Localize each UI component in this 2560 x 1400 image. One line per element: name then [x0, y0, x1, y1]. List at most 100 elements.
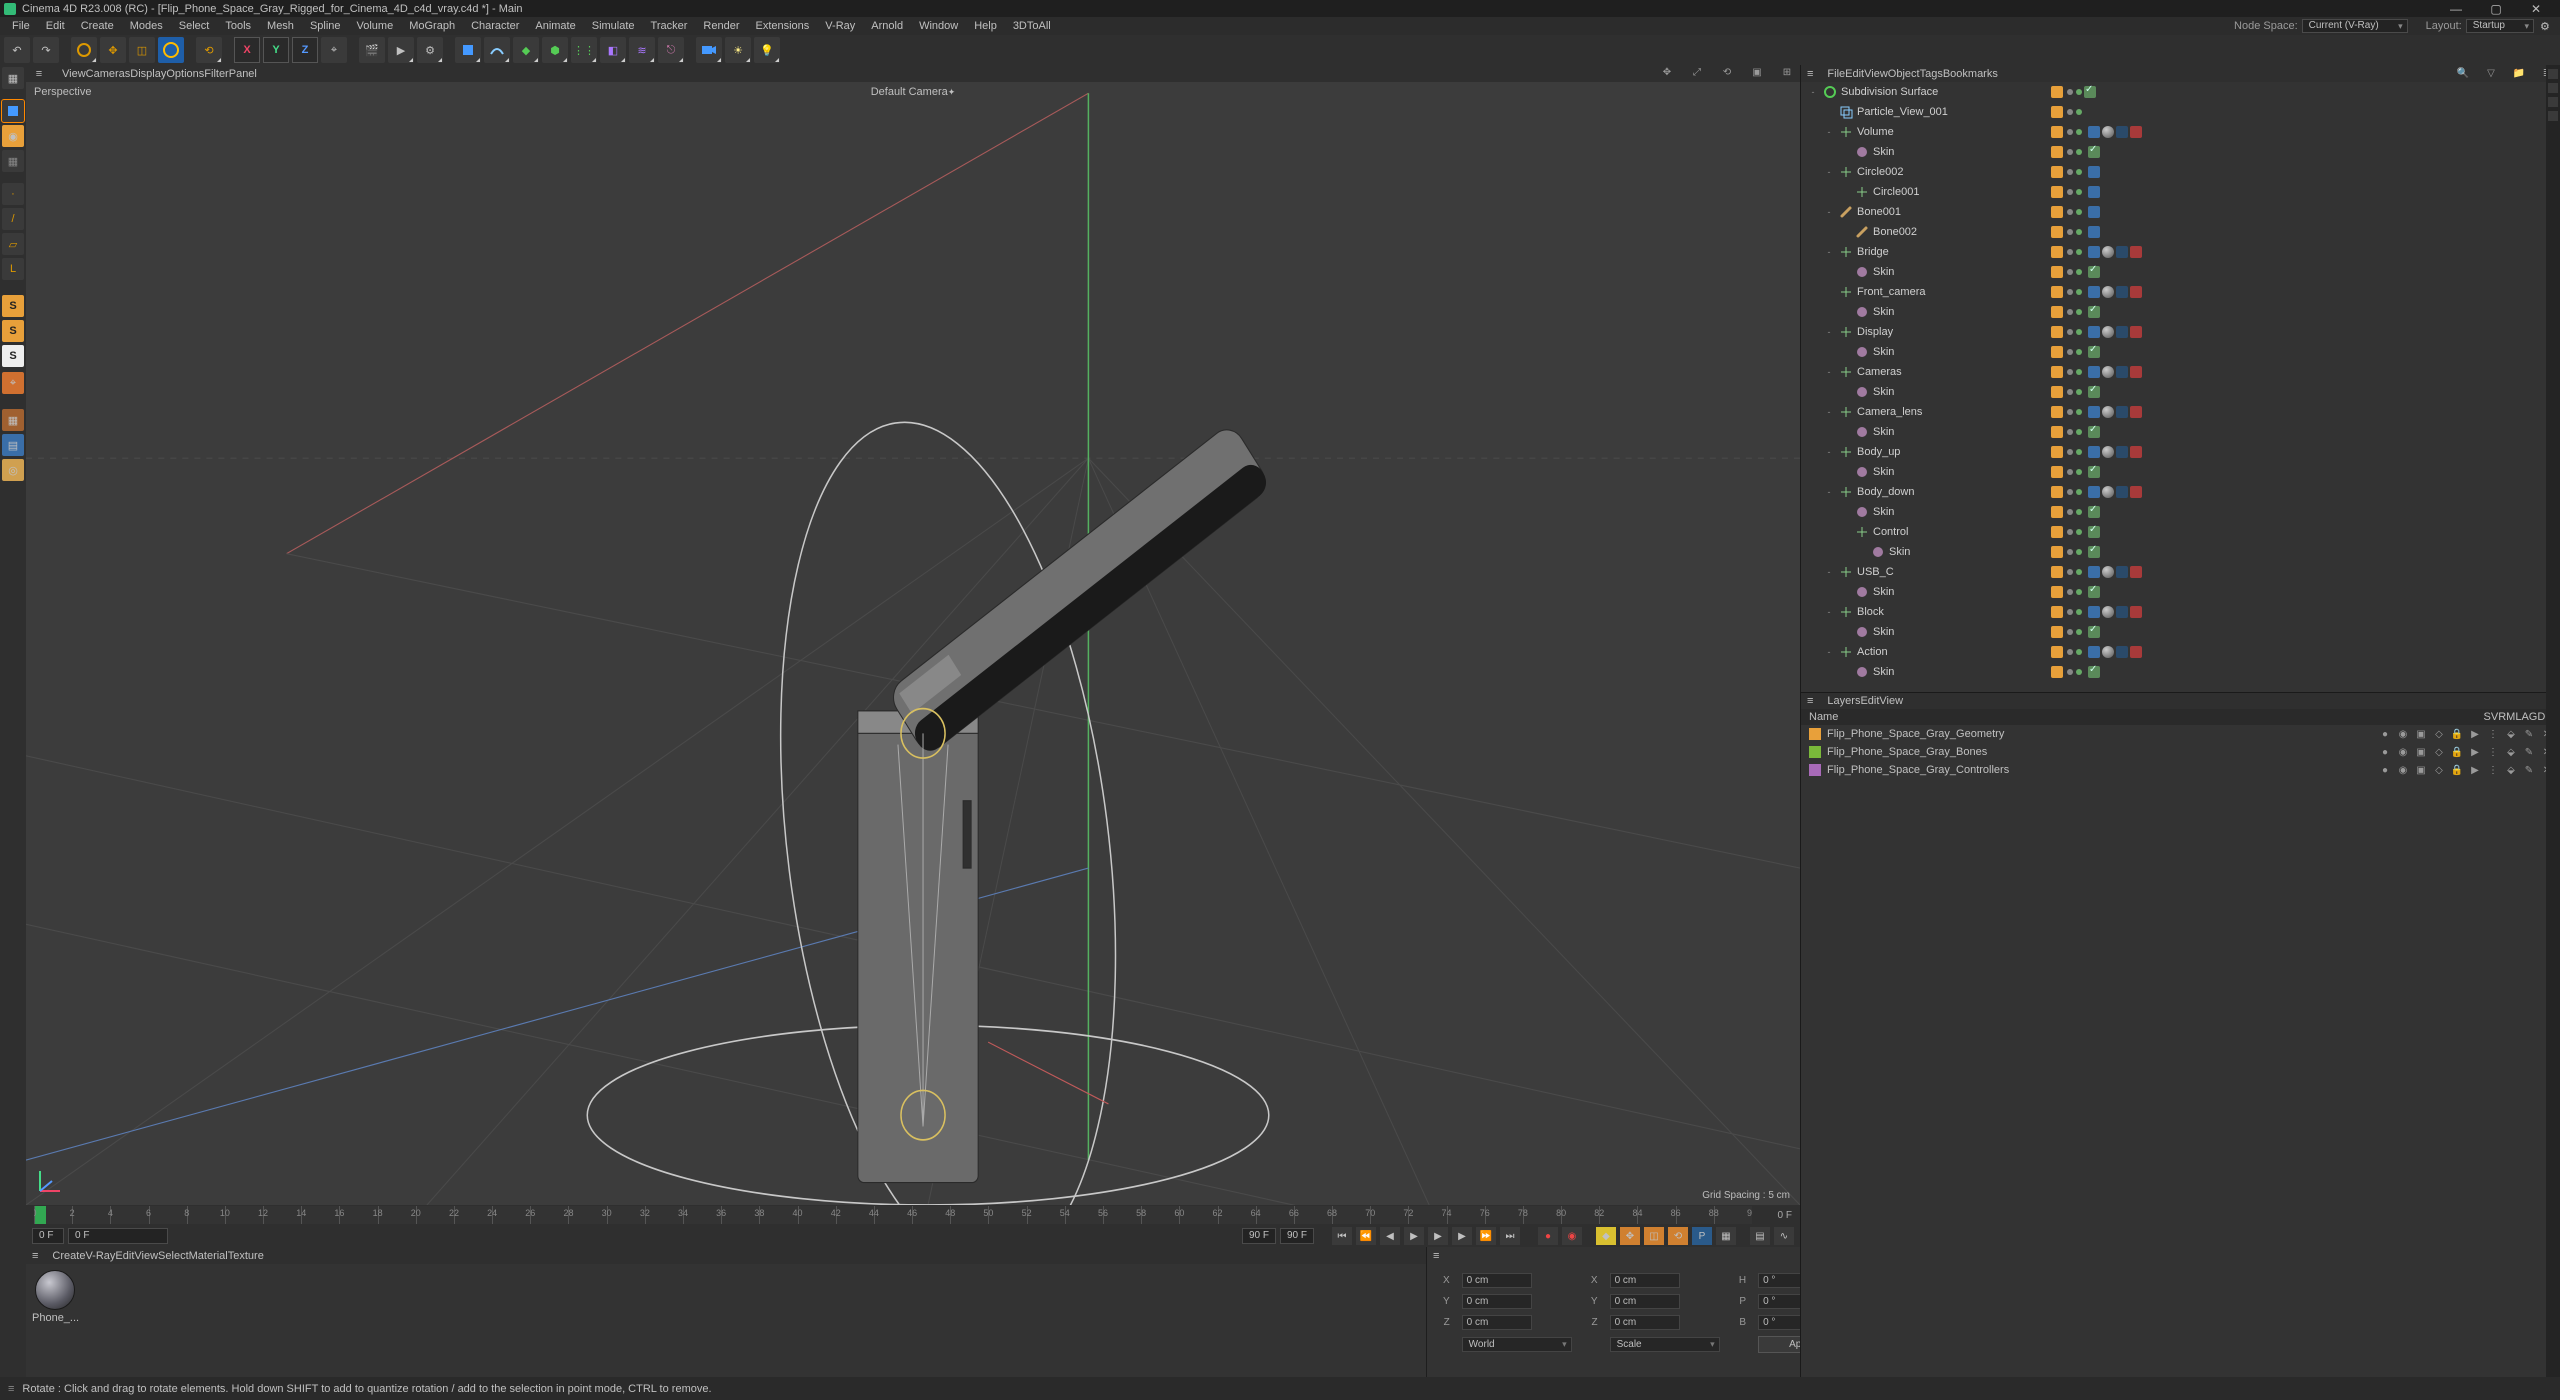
add-environment-button[interactable]: 💡	[754, 37, 780, 63]
om-tag-dot2-icon[interactable]	[2076, 629, 2082, 635]
add-array-button[interactable]: ⋮⋮	[571, 37, 597, 63]
material-thumb[interactable]: Phone_...	[32, 1270, 78, 1324]
om-expand-icon[interactable]: -	[1823, 127, 1835, 137]
om-row-usb-c[interactable]: -USB_C	[1801, 562, 2560, 582]
om-tag-sp-icon[interactable]	[2084, 326, 2086, 338]
om-search-icon[interactable]: 🔍	[2456, 68, 2470, 79]
layer-flag-D[interactable]: ⬙	[2504, 747, 2518, 758]
om-tag-ph-icon[interactable]	[2130, 406, 2142, 418]
key-all-button[interactable]: ◆	[1596, 1227, 1616, 1245]
om-tag-vr-icon[interactable]	[2088, 166, 2100, 178]
om-tag-ph-icon[interactable]	[2130, 126, 2142, 138]
lock-z-axis[interactable]: Z	[292, 37, 318, 63]
om-tag-vr-icon[interactable]	[2088, 326, 2100, 338]
om-tag-dot1-icon[interactable]	[2067, 569, 2073, 575]
om-tag-dot1-icon[interactable]	[2067, 489, 2073, 495]
om-row-skin[interactable]: Skin	[1801, 462, 2560, 482]
window-close-button[interactable]: ✕	[2516, 2, 2556, 16]
om-tag-sp-icon[interactable]	[2084, 286, 2086, 298]
om-row-body-down[interactable]: -Body_down	[1801, 482, 2560, 502]
add-field-button[interactable]: ≋	[629, 37, 655, 63]
om-row-skin[interactable]: Skin	[1801, 662, 2560, 682]
layer-flag-L[interactable]: 🔒	[2450, 747, 2464, 758]
layer-swatch-icon[interactable]	[1809, 728, 1821, 740]
om-row-cameras[interactable]: -Cameras	[1801, 362, 2560, 382]
om-tag-ph-icon[interactable]	[2130, 606, 2142, 618]
layer-flag-M[interactable]: ◇	[2432, 747, 2446, 758]
coords-burger-icon[interactable]: ≡	[1433, 1250, 1439, 1262]
lmmenu-view[interactable]: View	[1879, 695, 1903, 707]
coord-system-toggle[interactable]: ⌖	[321, 37, 347, 63]
goto-start-button[interactable]: ⏮	[1332, 1227, 1352, 1245]
om-tag-chk-icon[interactable]	[2088, 266, 2100, 278]
om-tag-layer-icon[interactable]	[2051, 366, 2063, 378]
lm-burger-icon[interactable]: ≡	[1807, 695, 1813, 707]
om-tag-layer-icon[interactable]	[2051, 166, 2063, 178]
add-camera-button[interactable]	[696, 37, 722, 63]
om-tag-layer-icon[interactable]	[2051, 646, 2063, 658]
key-param-button[interactable]: P	[1692, 1227, 1712, 1245]
om-tag-ph-icon[interactable]	[2130, 486, 2142, 498]
material-manager-area[interactable]: Phone_...	[26, 1264, 1426, 1377]
om-tag-dot1-icon[interactable]	[2067, 589, 2073, 595]
om-tag-layer-icon[interactable]	[2051, 226, 2063, 238]
om-tag-dot2-icon[interactable]	[2076, 149, 2082, 155]
locator-button[interactable]: ◎	[2, 459, 24, 481]
om-tag-dot2-icon[interactable]	[2076, 389, 2082, 395]
om-tag-dot1-icon[interactable]	[2067, 229, 2073, 235]
om-expand-icon[interactable]: -	[1823, 487, 1835, 497]
layer-flag-A[interactable]: ▶	[2468, 747, 2482, 758]
om-tag-dot1-icon[interactable]	[2067, 109, 2073, 115]
coords-scale-dropdown[interactable]: Scale	[1610, 1337, 1720, 1352]
menu-help[interactable]: Help	[966, 20, 1005, 32]
om-row-skin[interactable]: Skin	[1801, 142, 2560, 162]
layer-swatch-icon[interactable]	[1809, 746, 1821, 758]
om-tag-vr-icon[interactable]	[2088, 186, 2100, 198]
om-tag-vr-icon[interactable]	[2088, 646, 2100, 658]
om-tag-ph-icon[interactable]	[2130, 246, 2142, 258]
om-tag-dot2-icon[interactable]	[2076, 129, 2082, 135]
om-tag-layer-icon[interactable]	[2051, 86, 2063, 98]
layer-manager-list[interactable]: Flip_Phone_Space_Gray_Geometry●◉▣◇🔒▶⋮⬙✎✕…	[1801, 725, 2560, 1377]
om-path-icon[interactable]: 📁	[2512, 68, 2526, 79]
timeline-start-field[interactable]: 0 F	[32, 1228, 64, 1244]
layer-flag-V[interactable]: ◉	[2396, 729, 2410, 740]
om-row-skin[interactable]: Skin	[1801, 382, 2560, 402]
om-tag-layer-icon[interactable]	[2051, 206, 2063, 218]
om-tag-dot1-icon[interactable]	[2067, 169, 2073, 175]
menu-mograph[interactable]: MoGraph	[401, 20, 463, 32]
om-tag-dot1-icon[interactable]	[2067, 649, 2073, 655]
timeline-current-field[interactable]: 0 F	[68, 1228, 168, 1244]
vpmenu-display[interactable]: Display	[130, 68, 166, 80]
key-rot-button[interactable]: ⟲	[1668, 1227, 1688, 1245]
om-burger-icon[interactable]: ≡	[1807, 68, 1813, 80]
om-row-camera-lens[interactable]: -Camera_lens	[1801, 402, 2560, 422]
menu-mesh[interactable]: Mesh	[259, 20, 302, 32]
om-tag-dot2-icon[interactable]	[2076, 609, 2082, 615]
menu-select[interactable]: Select	[171, 20, 218, 32]
om-row-action[interactable]: -Action	[1801, 642, 2560, 662]
om-tag-dot2-icon[interactable]	[2076, 249, 2082, 255]
render-settings-button[interactable]: ⚙	[417, 37, 443, 63]
om-expand-icon[interactable]: -	[1823, 327, 1835, 337]
add-light-button[interactable]: ☀	[725, 37, 751, 63]
om-tag-sp-icon[interactable]	[2084, 626, 2086, 638]
menu-animate[interactable]: Animate	[527, 20, 583, 32]
add-scene-button[interactable]: ⎋	[658, 37, 684, 63]
om-expand-icon[interactable]: -	[1807, 87, 1819, 97]
om-tag-dot2-icon[interactable]	[2076, 309, 2082, 315]
om-tag-dot2-icon[interactable]	[2076, 349, 2082, 355]
om-tag-sp-icon[interactable]	[2084, 146, 2086, 158]
ommenu-bookmarks[interactable]: Bookmarks	[1943, 68, 1998, 80]
om-tag-dot2-icon[interactable]	[2076, 589, 2082, 595]
layer-swatch-icon[interactable]	[1809, 764, 1821, 776]
menu-create[interactable]: Create	[73, 20, 122, 32]
snap-toggle-3[interactable]: S	[2, 345, 24, 367]
om-tag-dot2-icon[interactable]	[2076, 509, 2082, 515]
om-tag-sp-icon[interactable]	[2084, 246, 2086, 258]
om-tag-sp-icon[interactable]	[2084, 546, 2086, 558]
om-tag-ph-icon[interactable]	[2130, 286, 2142, 298]
om-row-skin[interactable]: Skin	[1801, 342, 2560, 362]
om-tag-layer-icon[interactable]	[2051, 186, 2063, 198]
om-tag-layer-icon[interactable]	[2051, 106, 2063, 118]
